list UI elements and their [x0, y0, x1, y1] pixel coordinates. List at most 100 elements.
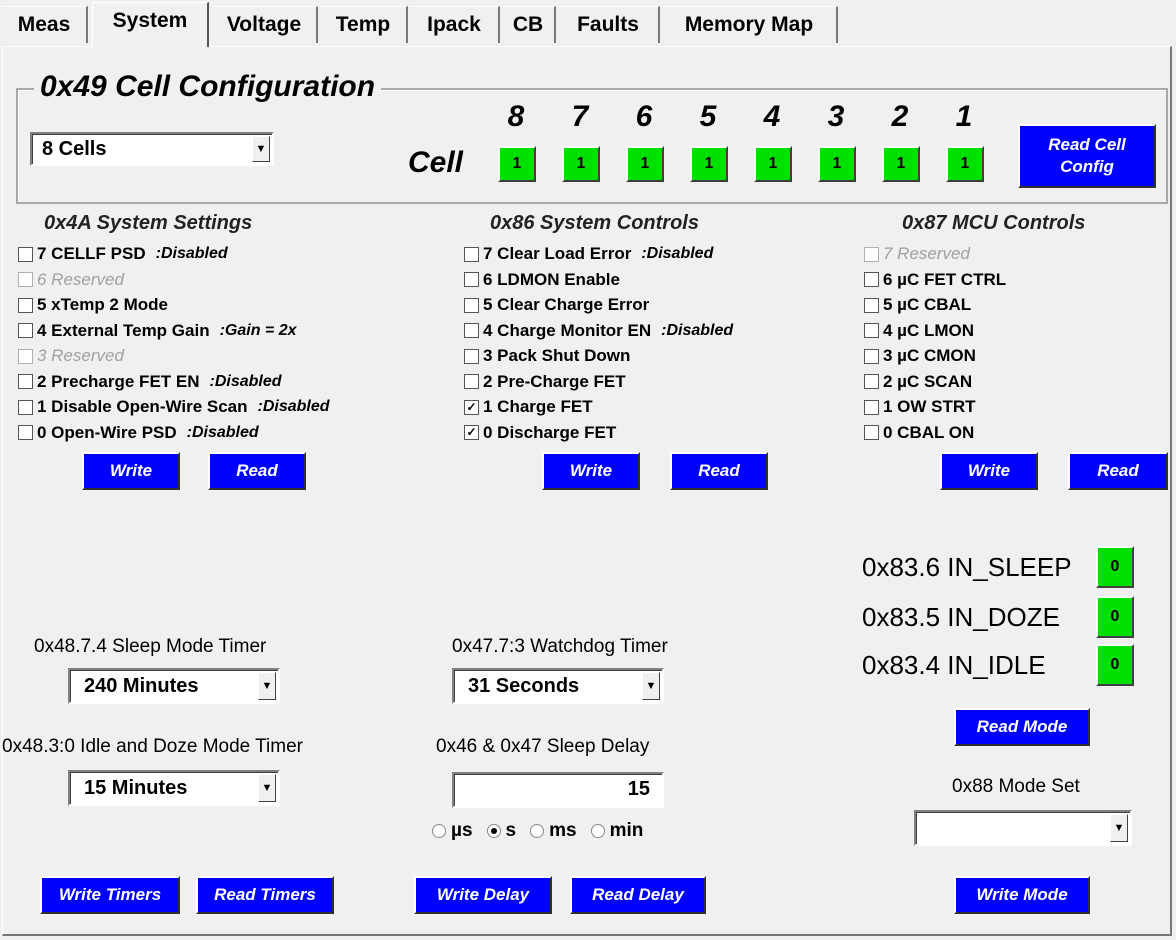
mode-set-select[interactable]: ▼ [914, 810, 1132, 846]
mode-set-label: 0x88 Mode Set [952, 776, 1080, 797]
system-settings-item[interactable]: 4 External Temp Gain:Gain = 2x [18, 319, 297, 343]
tab-memory-map[interactable]: Memory Map [662, 6, 838, 43]
controls-write-button[interactable]: Write [542, 452, 640, 490]
checkbox-label: 2 µC SCAN [883, 371, 973, 391]
checkbox-icon[interactable] [464, 246, 479, 262]
system-controls-item[interactable]: 6 LDMON Enable [464, 268, 620, 292]
system-controls-item[interactable]: ✓ 1 Charge FET [464, 395, 593, 419]
checkbox-icon [18, 272, 33, 287]
checkbox-label: 6 LDMON Enable [483, 269, 620, 289]
checkbox-icon[interactable] [864, 399, 879, 415]
sleep-delay-input[interactable]: 15 [452, 772, 664, 808]
system-controls-item[interactable]: ✓ 0 Discharge FET [464, 421, 616, 445]
settings-write-button[interactable]: Write [82, 452, 180, 490]
tab-voltage[interactable]: Voltage [212, 6, 318, 43]
checkbox-icon[interactable] [864, 348, 879, 364]
checkbox-icon[interactable] [864, 323, 879, 338]
checkbox-label: 4 µC LMON [883, 320, 975, 340]
mcu-controls-item[interactable]: 1 OW STRT [864, 395, 976, 419]
checkbox-checked-icon[interactable]: ✓ [464, 425, 479, 440]
checkbox-icon[interactable] [864, 374, 879, 389]
system-settings-item[interactable]: 5 xTemp 2 Mode [18, 293, 168, 317]
idle-timer-select[interactable]: 15 Minutes ▼ [68, 770, 280, 806]
tab-faults[interactable]: Faults [558, 6, 660, 43]
checkbox-icon[interactable] [18, 323, 33, 338]
write-delay-button[interactable]: Write Delay [414, 876, 552, 914]
cell-5-indicator[interactable]: 1 [690, 146, 728, 182]
tab-system[interactable]: System [92, 2, 209, 47]
tab-ipack[interactable]: Ipack [410, 6, 500, 43]
radio-us[interactable] [432, 824, 446, 838]
mcu-controls-item[interactable]: 5 µC CBAL [864, 293, 971, 317]
read-delay-button[interactable]: Read Delay [570, 876, 706, 914]
cell-7-indicator[interactable]: 1 [562, 146, 600, 182]
system-settings-item[interactable]: 2 Precharge FET EN:Disabled [18, 370, 282, 394]
checkbox-icon[interactable] [464, 297, 479, 313]
checkbox-label: 3 Pack Shut Down [483, 346, 631, 365]
system-controls-item[interactable]: 2 Pre-Charge FET [464, 370, 626, 394]
cell-3-indicator[interactable]: 1 [818, 146, 856, 182]
controls-read-button[interactable]: Read [670, 452, 768, 490]
cell-6-indicator[interactable]: 1 [626, 146, 664, 182]
cell-8-indicator[interactable]: 1 [498, 146, 536, 182]
tab-cb[interactable]: CB [502, 6, 556, 43]
chevron-down-icon[interactable]: ▼ [252, 136, 270, 162]
mcu-controls-item[interactable]: 0 CBAL ON [864, 421, 974, 445]
system-controls-item[interactable]: 3 Pack Shut Down [464, 344, 630, 368]
system-controls-item[interactable]: 4 Charge Monitor EN:Disabled [464, 319, 733, 343]
cells-select[interactable]: 8 Cells ▼ [30, 132, 274, 166]
checkbox-icon[interactable] [864, 272, 879, 287]
checkbox-checked-icon[interactable]: ✓ [464, 399, 479, 415]
chevron-down-icon[interactable]: ▼ [1110, 814, 1128, 842]
checkbox-icon[interactable] [18, 374, 33, 389]
checkbox-icon[interactable] [464, 374, 479, 389]
checkbox-icon[interactable] [464, 348, 479, 364]
checkbox-icon[interactable] [18, 297, 33, 313]
checkbox-label: 5 µC CBAL [883, 295, 972, 314]
system-settings-item[interactable]: 0 Open-Wire PSD:Disabled [18, 421, 259, 445]
cell-label: Cell [408, 146, 464, 179]
system-controls-item[interactable]: 5 Clear Charge Error [464, 293, 649, 317]
mcu-controls-item[interactable]: 4 µC LMON [864, 319, 974, 343]
read-cell-config-button[interactable]: Read Cell Config [1018, 124, 1156, 188]
cell-2-indicator[interactable]: 1 [882, 146, 920, 182]
checkbox-label: 7 CELLF PSD [37, 244, 146, 263]
checkbox-icon[interactable] [464, 323, 479, 338]
mcu-controls-item[interactable]: 6 µC FET CTRL [864, 268, 1006, 292]
checkbox-note: :Gain = 2x [219, 321, 297, 339]
checkbox-icon[interactable] [864, 425, 879, 440]
cell-number-1: 1 [955, 100, 973, 133]
checkbox-icon[interactable] [18, 399, 33, 415]
tab-temp[interactable]: Temp [320, 6, 408, 43]
watchdog-select[interactable]: 31 Seconds ▼ [452, 668, 664, 704]
settings-read-button[interactable]: Read [208, 452, 306, 490]
cell-1-indicator[interactable]: 1 [946, 146, 984, 182]
mcu-controls-item[interactable]: 2 µC SCAN [864, 370, 972, 394]
checkbox-icon[interactable] [18, 425, 33, 440]
tab-meas[interactable]: Meas [2, 6, 88, 43]
checkbox-icon[interactable] [18, 246, 33, 262]
in-sleep-label: 0x83.6 IN_SLEEP [862, 552, 1072, 582]
system-controls-item[interactable]: 7 Clear Load Error:Disabled [464, 242, 713, 266]
checkbox-label: 1 Disable Open-Wire Scan [37, 397, 248, 416]
system-settings-item[interactable]: 7 CELLF PSD:Disabled [18, 242, 228, 266]
cell-4-indicator[interactable]: 1 [754, 146, 792, 182]
sleep-timer-select[interactable]: 240 Minutes ▼ [68, 668, 280, 704]
mcu-controls-item[interactable]: 3 µC CMON [864, 344, 976, 368]
read-mode-button[interactable]: Read Mode [954, 708, 1090, 746]
checkbox-label: 5 Clear Charge Error [483, 295, 650, 314]
checkbox-icon[interactable] [464, 272, 479, 287]
radio-min[interactable] [590, 824, 605, 838]
read-timers-button[interactable]: Read Timers [196, 876, 334, 914]
mcu-read-button[interactable]: Read [1068, 452, 1168, 490]
write-mode-button[interactable]: Write Mode [954, 876, 1090, 914]
chevron-down-icon[interactable]: ▼ [258, 774, 276, 802]
mcu-write-button[interactable]: Write [940, 452, 1038, 490]
system-settings-item[interactable]: 1 Disable Open-Wire Scan:Disabled [18, 395, 330, 419]
chevron-down-icon[interactable]: ▼ [258, 672, 276, 700]
chevron-down-icon[interactable]: ▼ [642, 672, 660, 700]
checkbox-icon[interactable] [864, 297, 879, 313]
radio-s[interactable] [486, 824, 501, 838]
write-timers-button[interactable]: Write Timers [40, 876, 180, 914]
radio-ms[interactable] [530, 824, 545, 838]
